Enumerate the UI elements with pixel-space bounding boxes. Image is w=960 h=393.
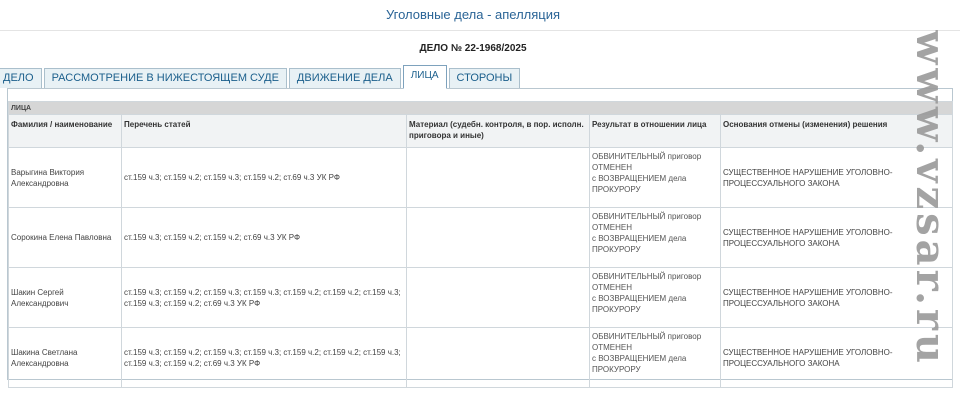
tab-bar: ДЕЛО РАССМОТРЕНИЕ В НИЖЕСТОЯЩЕМ СУДЕ ДВИ… — [0, 65, 522, 89]
cell-material — [406, 147, 590, 208]
result-line: ОБВИНИТЕЛЬНЫЙ приговор — [592, 332, 702, 341]
cell-name: Шакина Светлана Александровна — [8, 327, 122, 388]
watermark-text: www.vzsar.ru — [914, 30, 948, 368]
cell-name: Варыгина Виктория Александровна — [8, 147, 122, 208]
cell-articles: ст.159 ч.3; ст.159 ч.2; ст.159 ч.3; ст.1… — [121, 267, 407, 328]
result-line: ПРОКУРОРУ — [592, 365, 641, 374]
cell-material — [406, 327, 590, 388]
result-line: ОБВИНИТЕЛЬНЫЙ приговор — [592, 152, 702, 161]
persons-table: ЛИЦА Фамилия / наименование Перечень ста… — [7, 101, 954, 388]
tab-case[interactable]: ДЕЛО — [0, 68, 42, 88]
cell-result: ОБВИНИТЕЛЬНЫЙ приговор ОТМЕНЕН с ВОЗВРАЩ… — [589, 267, 721, 328]
cell-result: ОБВИНИТЕЛЬНЫЙ приговор ОТМЕНЕН с ВОЗВРАЩ… — [589, 327, 721, 388]
result-line: ОБВИНИТЕЛЬНЫЙ приговор — [592, 212, 702, 221]
tab-parties[interactable]: СТОРОНЫ — [448, 68, 521, 88]
section-header-row: ЛИЦА — [7, 101, 954, 115]
cell-name: Шакин Сергей Александрович — [8, 267, 122, 328]
tab-persons[interactable]: ЛИЦА — [402, 65, 447, 89]
cell-articles: ст.159 ч.3; ст.159 ч.2; ст.159 ч.3; ст.1… — [121, 147, 407, 208]
section-title: ЛИЦА — [7, 101, 954, 115]
result-line: с ВОЗВРАЩЕНИЕМ дела — [592, 354, 687, 363]
table-row: Сорокина Елена Павловна ст.159 ч.3; ст.1… — [8, 207, 954, 268]
tab-case-movement[interactable]: ДВИЖЕНИЕ ДЕЛА — [288, 68, 401, 88]
table-row: Шакин Сергей Александрович ст.159 ч.3; с… — [8, 267, 954, 328]
cell-articles: ст.159 ч.3; ст.159 ч.2; ст.159 ч.2; ст.6… — [121, 207, 407, 268]
cell-result: ОБВИНИТЕЛЬНЫЙ приговор ОТМЕНЕН с ВОЗВРАЩ… — [589, 147, 721, 208]
table-row: Шакина Светлана Александровна ст.159 ч.3… — [8, 327, 954, 388]
table-row: Варыгина Виктория Александровна ст.159 ч… — [8, 147, 954, 208]
result-line: ПРОКУРОРУ — [592, 185, 641, 194]
result-line: ОТМЕНЕН — [592, 223, 632, 232]
result-line: с ВОЗВРАЩЕНИЕМ дела — [592, 174, 687, 183]
result-line: ОТМЕНЕН — [592, 343, 632, 352]
tab-lower-court[interactable]: РАССМОТРЕНИЕ В НИЖЕСТОЯЩЕМ СУДЕ — [43, 68, 287, 88]
persons-panel: ЛИЦА Фамилия / наименование Перечень ста… — [7, 88, 954, 388]
case-number: ДЕЛО № 22-1968/2025 — [419, 43, 527, 54]
watermark: www.vzsar.ru — [914, 30, 948, 386]
column-header-result: Результат в отношении лица — [589, 114, 721, 148]
table-header-row: Фамилия / наименование Перечень статей М… — [8, 114, 954, 148]
result-line: ПРОКУРОРУ — [592, 305, 641, 314]
column-header-name: Фамилия / наименование — [8, 114, 122, 148]
result-line: ПРОКУРОРУ — [592, 245, 641, 254]
result-line: ОТМЕНЕН — [592, 283, 632, 292]
result-line: с ВОЗВРАЩЕНИЕМ дела — [592, 294, 687, 303]
cell-material — [406, 267, 590, 328]
result-line: ОБВИНИТЕЛЬНЫЙ приговор — [592, 272, 702, 281]
cell-articles: ст.159 ч.3; ст.159 ч.2; ст.159 ч.3; ст.1… — [121, 327, 407, 388]
column-header-material: Материал (судебн. контроля, в пор. испол… — [406, 114, 590, 148]
result-line: ОТМЕНЕН — [592, 163, 632, 172]
column-header-articles: Перечень статей — [121, 114, 407, 148]
cell-result: ОБВИНИТЕЛЬНЫЙ приговор ОТМЕНЕН с ВОЗВРАЩ… — [589, 207, 721, 268]
page-title: Уголовные дела - апелляция — [385, 7, 561, 22]
cell-name: Сорокина Елена Павловна — [8, 207, 122, 268]
cell-material — [406, 207, 590, 268]
result-line: с ВОЗВРАЩЕНИЕМ дела — [592, 234, 687, 243]
